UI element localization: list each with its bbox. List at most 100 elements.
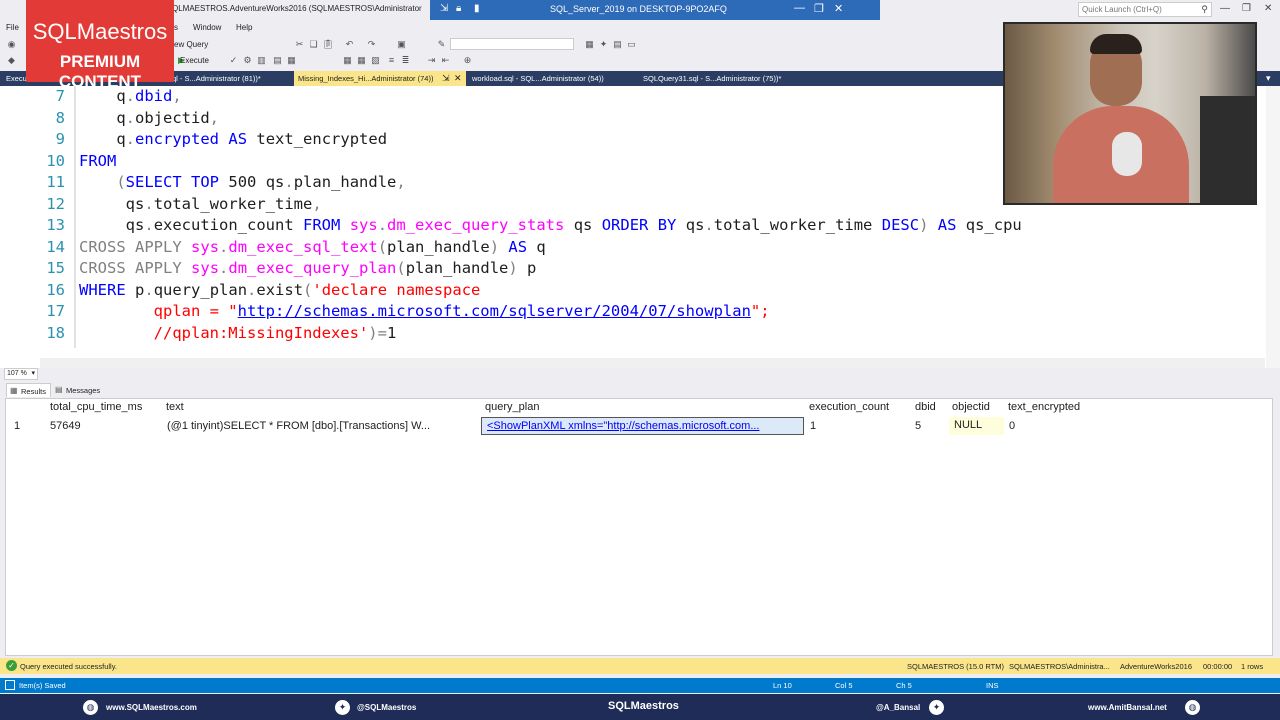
query-options-icon[interactable]: ▥	[256, 55, 267, 66]
results-grid-icon[interactable]: ▦	[342, 55, 353, 66]
line-number: 8	[55, 108, 65, 127]
results-text-icon[interactable]: ▤	[272, 55, 283, 66]
window-icon[interactable]: ▭	[626, 39, 637, 50]
signal-icon[interactable]: ▮	[474, 3, 480, 14]
tab-results[interactable]: ▦ Results	[6, 383, 52, 397]
menu-views[interactable]: s	[174, 23, 178, 32]
column-header[interactable]: dbid	[915, 401, 936, 413]
tab-workload[interactable]: workload.sql - SQL...Administrator (54))	[468, 71, 608, 86]
zoom-select[interactable]: 107 % ▾	[4, 368, 38, 380]
tab-query-81[interactable]: ql - S...Administrator (81))*	[168, 71, 265, 86]
code-text: qs.total_worker_time,	[125, 194, 322, 213]
back-icon[interactable]: ◉	[6, 39, 17, 50]
copy-icon[interactable]: ❏	[308, 39, 319, 50]
main-restore-icon[interactable]: ❐	[1242, 3, 1251, 14]
column-header[interactable]: text	[166, 401, 184, 413]
results-grid[interactable]: total_cpu_time_ms text query_plan execut…	[5, 398, 1273, 656]
code-text: qplan = "http://schemas.microsoft.com/sq…	[153, 302, 770, 320]
indent-icon[interactable]: ⇥	[426, 55, 437, 66]
code-line: 17 qplan = "http://schemas.microsoft.com…	[0, 301, 1265, 322]
estimated-plan-icon[interactable]: ⚙	[242, 55, 253, 66]
column-header[interactable]: total_cpu_time_ms	[50, 401, 142, 413]
line-number: 12	[46, 194, 65, 213]
presenter-hair	[1090, 34, 1142, 54]
column-indicator: Col 5	[835, 681, 853, 690]
cell-objectid[interactable]: NULL	[949, 417, 1004, 435]
code-text: //qplan:MissingIndexes')=1	[153, 323, 397, 342]
minimize-icon[interactable]: —	[794, 2, 805, 14]
presenter-webcam	[1003, 22, 1257, 205]
footer-twitter-2: @A_Bansal	[876, 703, 921, 712]
insert-mode-indicator: INS	[986, 681, 999, 690]
results-file-icon[interactable]: ▧	[370, 55, 381, 66]
saved-icon	[5, 680, 15, 690]
menu-help[interactable]: Help	[236, 23, 252, 32]
connect-icon[interactable]: ▦	[584, 39, 595, 50]
close-icon[interactable]: ✕	[834, 2, 843, 15]
parse-check-icon[interactable]: ✓	[228, 55, 239, 66]
globe-icon: ◍	[83, 700, 98, 715]
properties-icon[interactable]: ▤	[612, 39, 623, 50]
cell-total-cpu[interactable]: 57649	[50, 420, 81, 432]
code-text: WHERE p.query_plan.exist('declare namesp…	[79, 280, 481, 299]
main-close-icon[interactable]: ✕	[1264, 3, 1272, 14]
solution-config-combo[interactable]	[450, 38, 574, 50]
code-text: CROSS APPLY sys.dm_exec_sql_text(plan_ha…	[79, 237, 546, 256]
column-header[interactable]: objectid	[952, 401, 990, 413]
main-minimize-icon[interactable]: —	[1220, 3, 1230, 14]
column-header[interactable]: text_encrypted	[1008, 401, 1080, 413]
uncomment-icon[interactable]: ≣	[400, 55, 411, 66]
outdent-icon[interactable]: ⇤	[440, 55, 451, 66]
line-number: 17	[46, 302, 65, 320]
close-tab-icon[interactable]: ✕	[454, 73, 462, 84]
pin-icon[interactable]: ⇲	[440, 3, 448, 14]
menu-file[interactable]: File	[6, 23, 19, 32]
tab-missing-indexes[interactable]: Missing_Indexes_Hi...Administrator (74))…	[294, 71, 466, 86]
tools-icon[interactable]: ✦	[598, 39, 609, 50]
check-icon: ✓	[6, 660, 17, 671]
comment-icon[interactable]: ≡	[386, 55, 397, 66]
brand-badge: SQLMaestros PREMIUM CONTENT	[26, 0, 174, 91]
paste-icon[interactable]: 📋︎	[322, 39, 333, 50]
code-line: 15 CROSS APPLY sys.dm_exec_query_plan(pla…	[0, 258, 1265, 279]
editor-horizontal-scrollbar[interactable]	[40, 358, 1265, 368]
cell-text[interactable]: (@1 tinyint)SELECT * FROM [dbo].[Transac…	[167, 420, 472, 432]
row-number[interactable]: 1	[14, 420, 20, 432]
cell-text-encrypted[interactable]: 0	[1009, 420, 1015, 432]
tab-overflow-icon[interactable]: ▾	[1266, 73, 1271, 84]
status-elapsed: 00:00:00	[1203, 662, 1233, 671]
editor-vertical-scrollbar[interactable]	[1266, 86, 1280, 368]
lock-icon[interactable]: 🔒︎	[456, 3, 461, 14]
menu-window[interactable]: Window	[193, 23, 221, 32]
tab-messages[interactable]: ▤ Messages	[52, 383, 104, 397]
cell-dbid[interactable]: 5	[915, 420, 921, 432]
include-plan-icon[interactable]: ▦	[286, 55, 297, 66]
debug-icon[interactable]: ✎	[436, 39, 447, 50]
pin-tab-icon[interactable]: ⇲	[442, 73, 450, 84]
brand-logo: SQLMaestros	[32, 19, 168, 44]
cut-icon[interactable]: ✂	[294, 39, 305, 50]
query-plan-link[interactable]: <ShowPlanXML xmlns="http://schemas.micro…	[481, 417, 804, 435]
results-tabs: ▦ Results ▤ Messages	[0, 382, 1280, 398]
restore-icon[interactable]: ❐	[814, 2, 824, 15]
status-message: Query executed successfully.	[20, 662, 117, 671]
redo-icon[interactable]: ↷	[366, 39, 377, 50]
activity-icon[interactable]: ▣	[396, 39, 407, 50]
tab-sqlquery31[interactable]: SQLQuery31.sql - S...Administrator (75))…	[639, 71, 785, 86]
chevron-down-icon: ▾	[31, 370, 35, 377]
quick-launch-input[interactable]: Quick Launch (Ctrl+Q) ⚲	[1078, 2, 1212, 17]
showplan-url-link[interactable]: http://schemas.microsoft.com/sqlserver/2…	[238, 302, 751, 320]
undo-icon[interactable]: ↶	[344, 39, 355, 50]
status-server: SQLMAESTROS (15.0 RTM)	[907, 662, 1004, 671]
new-query-button[interactable]: ew Query	[174, 40, 208, 49]
quick-launch-placeholder: Quick Launch (Ctrl+Q)	[1082, 5, 1162, 14]
column-header[interactable]: query_plan	[485, 401, 539, 413]
query-status-bar: ✓ Query executed successfully. SQLMAESTR…	[0, 658, 1280, 674]
cell-execution-count[interactable]: 1	[810, 420, 816, 432]
execute-button[interactable]: Execute	[180, 56, 209, 65]
results-grid-icon[interactable]: ▦	[356, 55, 367, 66]
specify-values-icon[interactable]: ⊕	[462, 55, 473, 66]
search-icon: ⚲	[1201, 4, 1208, 14]
database-icon[interactable]: ◆	[6, 55, 17, 66]
column-header[interactable]: execution_count	[809, 401, 889, 413]
